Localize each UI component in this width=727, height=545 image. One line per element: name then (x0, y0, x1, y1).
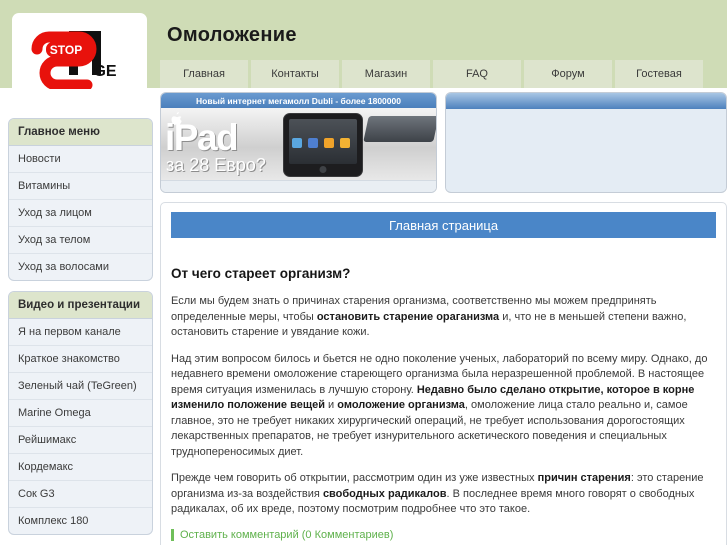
article-paragraph-1: Если мы будем знать о причинах старения … (171, 294, 716, 341)
sidebar-item-novosti[interactable]: Новости (9, 146, 152, 173)
sidebar-item-sok-g3[interactable]: Сок G3 (9, 481, 152, 508)
side-widget-body (446, 109, 726, 191)
main-navigation: Главная Контакты Магазин FAQ Форум Госте… (160, 60, 703, 88)
banner-row: Новый интернет мегамолл Dubli - более 18… (160, 92, 727, 193)
ipad-device-image (283, 113, 363, 177)
sidebar: Главное меню Новости Витамины Уход за ли… (8, 118, 153, 545)
panel-main-menu-title: Главное меню (9, 119, 152, 146)
sidebar-item-pervy-kanal[interactable]: Я на первом канале (9, 319, 152, 346)
keyboard-shape (363, 116, 436, 142)
sidebar-item-reishimax[interactable]: Рейшимакс (9, 427, 152, 454)
sidebar-item-tegreen[interactable]: Зеленый чай (TeGreen) (9, 373, 152, 400)
app-icon-4 (340, 138, 350, 148)
sidebar-item-vitaminy[interactable]: Витамины (9, 173, 152, 200)
svg-text:STOP: STOP (49, 43, 81, 57)
nav-item-glavnaya[interactable]: Главная (160, 60, 248, 88)
nav-item-forum[interactable]: Форум (524, 60, 612, 88)
article-paragraph-3: Прежде чем говорить об открытии, рассмот… (171, 471, 716, 518)
ad-banner-artwork: iPad за 28 Евро? (161, 108, 436, 180)
site-logo[interactable]: STOP GE (12, 13, 147, 108)
p2-text-mid: и (325, 399, 338, 411)
side-widget-panel[interactable] (445, 92, 727, 193)
ad-product-name: iPad (165, 117, 239, 158)
page-section-banner: Главная страница (171, 212, 716, 238)
main-column: Новый интернет мегамолл Dubli - более 18… (160, 92, 727, 545)
nav-item-kontakty[interactable]: Контакты (251, 60, 339, 88)
side-widget-header (446, 93, 726, 109)
nav-item-faq[interactable]: FAQ (433, 60, 521, 88)
stop-age-logo-icon: STOP GE (31, 31, 116, 89)
sidebar-item-uhod-volosy[interactable]: Уход за волосами (9, 254, 152, 280)
ipad-home-button (319, 166, 327, 173)
panel-video-menu-title: Видео и презентации (9, 292, 152, 319)
app-icon-2 (308, 138, 318, 148)
svg-text:GE: GE (93, 63, 116, 80)
page-root: STOP GE Омоложение Главная Контакты Мага… (0, 0, 727, 545)
p3-text-a: Прежде чем говорить об открытии, рассмот… (171, 472, 538, 484)
sidebar-item-kompleks-180[interactable]: Комплекс 180 (9, 508, 152, 534)
sidebar-item-uhod-telo[interactable]: Уход за телом (9, 227, 152, 254)
ad-banner-footer (161, 180, 436, 192)
ad-banner-headline: Новый интернет мегамолл Dubli - более 18… (161, 93, 436, 108)
app-icon-3 (324, 138, 334, 148)
p3-bold-1: причин старения (537, 472, 631, 484)
leave-comment-link[interactable]: Оставить комментарий (0 Комментариев) (180, 529, 393, 541)
p2-bold-2: омоложение организма (337, 399, 465, 411)
sidebar-item-marine-omega[interactable]: Marine Omega (9, 400, 152, 427)
panel-main-menu: Главное меню Новости Витамины Уход за ли… (8, 118, 153, 281)
nav-item-gostevaya[interactable]: Гостевая (615, 60, 703, 88)
content-card: Главная страница От чего стареет организ… (160, 202, 727, 545)
article-title: От чего стареет организм? (171, 266, 351, 281)
page-title: Омоложение (167, 24, 297, 46)
comment-link-row: Оставить комментарий (0 Комментариев) (171, 528, 716, 541)
ad-banner-dubli[interactable]: Новый интернет мегамолл Dubli - более 18… (160, 92, 437, 193)
sidebar-item-uhod-litso[interactable]: Уход за лицом (9, 200, 152, 227)
sidebar-item-znakomstvo[interactable]: Краткое знакомство (9, 346, 152, 373)
ipad-app-icons (292, 138, 350, 148)
p3-bold-2: свободных радикалов (322, 487, 447, 500)
app-icon-1 (292, 138, 302, 148)
article-paragraph-2: Над этим вопросом билось и бьется не одн… (171, 352, 716, 461)
p1-bold: остановить старение ораганизма (316, 310, 500, 323)
panel-video-menu: Видео и презентации Я на первом канале К… (8, 291, 153, 535)
nav-item-magazin[interactable]: Магазин (342, 60, 430, 88)
sidebar-item-kordemaks[interactable]: Кордемакс (9, 454, 152, 481)
ad-price-text: за 28 Евро? (166, 155, 266, 175)
